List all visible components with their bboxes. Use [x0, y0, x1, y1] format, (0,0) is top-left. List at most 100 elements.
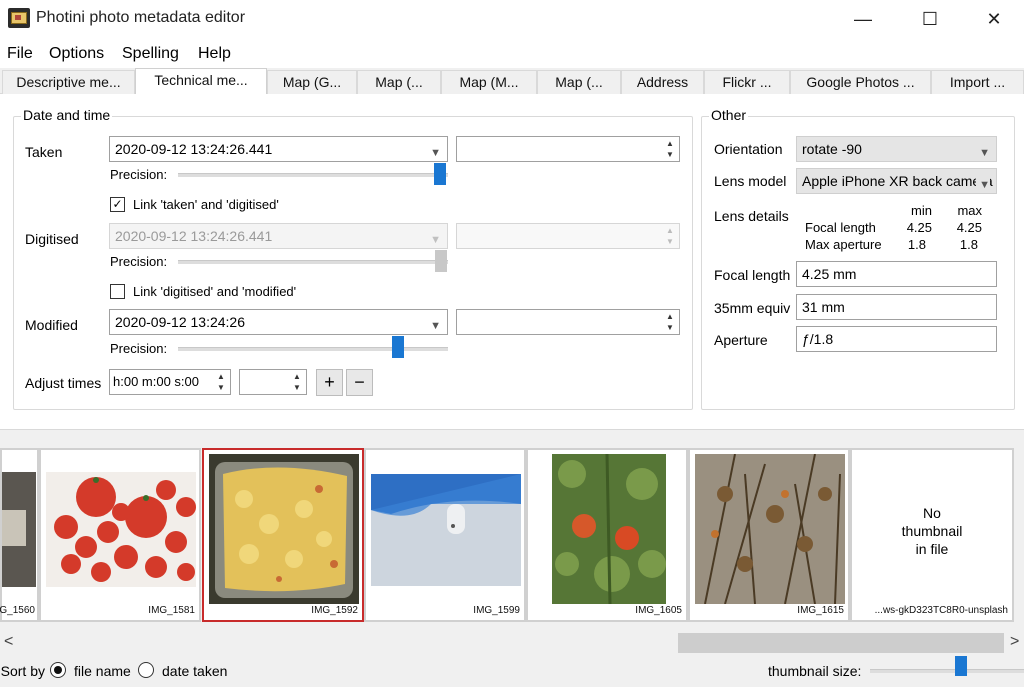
maximize-button[interactable]: ☐	[907, 0, 953, 38]
modified-precision-slider[interactable]	[178, 347, 448, 351]
thumbnail-item[interactable]: No thumbnail in file ...ws-gkD323TC8R0-u…	[850, 448, 1014, 622]
date-time-group-title: Date and time	[21, 107, 113, 123]
app-icon	[8, 8, 30, 28]
tab-map-google[interactable]: Map (G...	[267, 70, 357, 94]
spin-up-icon[interactable]: ▲	[214, 372, 228, 382]
tab-descriptive[interactable]: Descriptive me...	[2, 70, 135, 94]
spin-down-icon[interactable]: ▼	[214, 383, 228, 393]
thumbnail-item-selected[interactable]: IMG_1592	[202, 448, 364, 622]
sort-by-label: Sort by:	[0, 663, 45, 679]
digitised-precision-handle	[435, 250, 447, 272]
thumbnail-size-handle[interactable]	[955, 656, 967, 676]
lens-focal-max: 4.25	[956, 220, 982, 235]
adjust-days-spinbox[interactable]: ▲ ▼	[239, 369, 307, 395]
close-button[interactable]: ✕	[971, 0, 1017, 38]
taken-offset-spinbox[interactable]: ▲ ▼	[456, 136, 680, 162]
thumbnail-size-label: thumbnail size:	[768, 663, 862, 679]
tab-flickr[interactable]: Flickr ...	[704, 70, 790, 94]
focal-length-label: Focal length	[714, 267, 791, 283]
menu-spelling[interactable]: Spelling	[122, 45, 179, 63]
link-taken-digitised-label: Link 'taken' and 'digitised'	[133, 197, 279, 212]
aperture-field[interactable]: ƒ/1.8	[796, 326, 997, 352]
adjust-times-spinbox[interactable]: h:00 m:00 s:00 ▲ ▼	[109, 369, 231, 395]
tab-map-m[interactable]: Map (M...	[441, 70, 537, 94]
subtract-offset-button[interactable]: −	[346, 369, 373, 396]
tab-address[interactable]: Address	[621, 70, 704, 94]
lens-focal-label: Focal length	[805, 220, 876, 235]
taken-precision-label: Precision:	[110, 167, 168, 182]
spin-down-icon[interactable]: ▼	[663, 150, 677, 160]
title-bar: Photini photo metadata editor — ☐ ✕	[0, 0, 1024, 38]
spin-up-icon[interactable]: ▲	[290, 372, 304, 382]
thumbnail-name: IMG_1599	[473, 605, 520, 616]
lens-min-header: min	[911, 203, 932, 218]
modified-offset-spinbox[interactable]: ▲ ▼	[456, 309, 680, 335]
lens-model-label: Lens model	[714, 173, 787, 189]
taken-precision-slider[interactable]	[178, 173, 448, 177]
thumbnail-name: ...ws-gkD323TC8R0-unsplash	[874, 605, 1008, 616]
lens-aperture-min: 1.8	[907, 237, 926, 252]
modified-precision-handle[interactable]	[392, 336, 404, 358]
spin-up-icon[interactable]: ▲	[663, 139, 677, 149]
add-offset-button[interactable]: +	[316, 369, 343, 396]
lens-details-label: Lens details	[714, 208, 789, 224]
thumbnail-item[interactable]: IMG_1615	[688, 448, 850, 622]
thumbnail-item[interactable]: IMG_1605	[526, 448, 688, 622]
chevron-down-icon: ▼	[976, 173, 990, 193]
tab-import[interactable]: Import ...	[931, 70, 1024, 94]
thumbnail-scrollbar[interactable]: < >	[0, 630, 1024, 656]
spin-down-icon[interactable]: ▼	[290, 383, 304, 393]
digitised-datetime-combo: 2020-09-12 13:24:26.441 ▼	[109, 223, 448, 249]
spin-up-icon: ▲	[666, 226, 674, 235]
menu-bar: File Options Spelling Help	[0, 38, 1024, 68]
minimize-button[interactable]: —	[840, 0, 886, 38]
thumbnail-item[interactable]: IMG_1560	[0, 448, 39, 622]
thumbnail-size-slider[interactable]	[870, 669, 1024, 673]
thumbnail-image	[2, 510, 26, 546]
link-digitised-modified-checkbox[interactable]	[110, 284, 125, 299]
sort-date-taken-radio[interactable]	[138, 662, 154, 678]
orientation-combo[interactable]: rotate -90 ▼	[796, 136, 997, 162]
menu-help[interactable]: Help	[198, 45, 231, 63]
thumbnail-name: IMG_1605	[635, 605, 682, 616]
thumbnail-item[interactable]: IMG_1581	[39, 448, 201, 622]
scrollbar-thumb[interactable]	[678, 633, 1004, 653]
chevron-down-icon: ▼	[430, 234, 441, 246]
sort-file-name-radio[interactable]	[50, 662, 66, 678]
taken-precision-handle[interactable]	[434, 163, 446, 185]
menu-options[interactable]: Options	[49, 45, 104, 63]
taken-datetime-combo[interactable]: 2020-09-12 13:24:26.441 ▼	[109, 136, 448, 162]
modified-value: 2020-09-12 13:24:26	[115, 314, 245, 330]
window-title: Photini photo metadata editor	[36, 9, 246, 26]
scroll-right-icon[interactable]: >	[1010, 633, 1019, 651]
equiv-field[interactable]: 31 mm	[796, 294, 997, 320]
tab-bar: Descriptive me... Technical me... Map (G…	[0, 68, 1024, 95]
thumbnail-image	[371, 474, 521, 586]
modified-datetime-combo[interactable]: 2020-09-12 13:24:26 ▼	[109, 309, 448, 335]
spin-down-icon[interactable]: ▼	[663, 323, 677, 333]
chevron-down-icon: ▼	[430, 147, 441, 159]
sort-bar: Sort by: file name date taken thumbnail …	[0, 656, 1024, 687]
digitised-value: 2020-09-12 13:24:26.441	[115, 228, 273, 244]
lens-aperture-max: 1.8	[959, 237, 978, 252]
thumbnail-image	[552, 453, 666, 605]
thumbnail-item[interactable]: IMG_1599	[364, 448, 526, 622]
taken-label: Taken	[25, 144, 63, 160]
no-thumbnail-text: No thumbnail in file	[901, 505, 963, 557]
other-group-title: Other	[709, 107, 749, 123]
link-digitised-modified-label: Link 'digitised' and 'modified'	[133, 284, 297, 299]
link-taken-digitised-checkbox[interactable]: ✓	[110, 197, 125, 212]
lens-aperture-label: Max aperture	[805, 237, 882, 252]
focal-length-field[interactable]: 4.25 mm	[796, 261, 997, 287]
tab-map-2[interactable]: Map (...	[357, 70, 441, 94]
tab-technical[interactable]: Technical me...	[135, 68, 267, 95]
lens-model-value: Apple iPhone XR back camera	[802, 173, 993, 189]
menu-file[interactable]: File	[7, 45, 33, 63]
tab-google-photos[interactable]: Google Photos ...	[790, 70, 931, 94]
tab-map-4[interactable]: Map (...	[537, 70, 621, 94]
lens-model-combo[interactable]: Apple iPhone XR back camera ▼	[796, 168, 997, 194]
adjust-times-label: Adjust times	[25, 375, 102, 391]
scroll-left-icon[interactable]: <	[4, 633, 13, 651]
spin-up-icon[interactable]: ▲	[663, 312, 677, 322]
digitised-precision-slider	[178, 260, 448, 264]
